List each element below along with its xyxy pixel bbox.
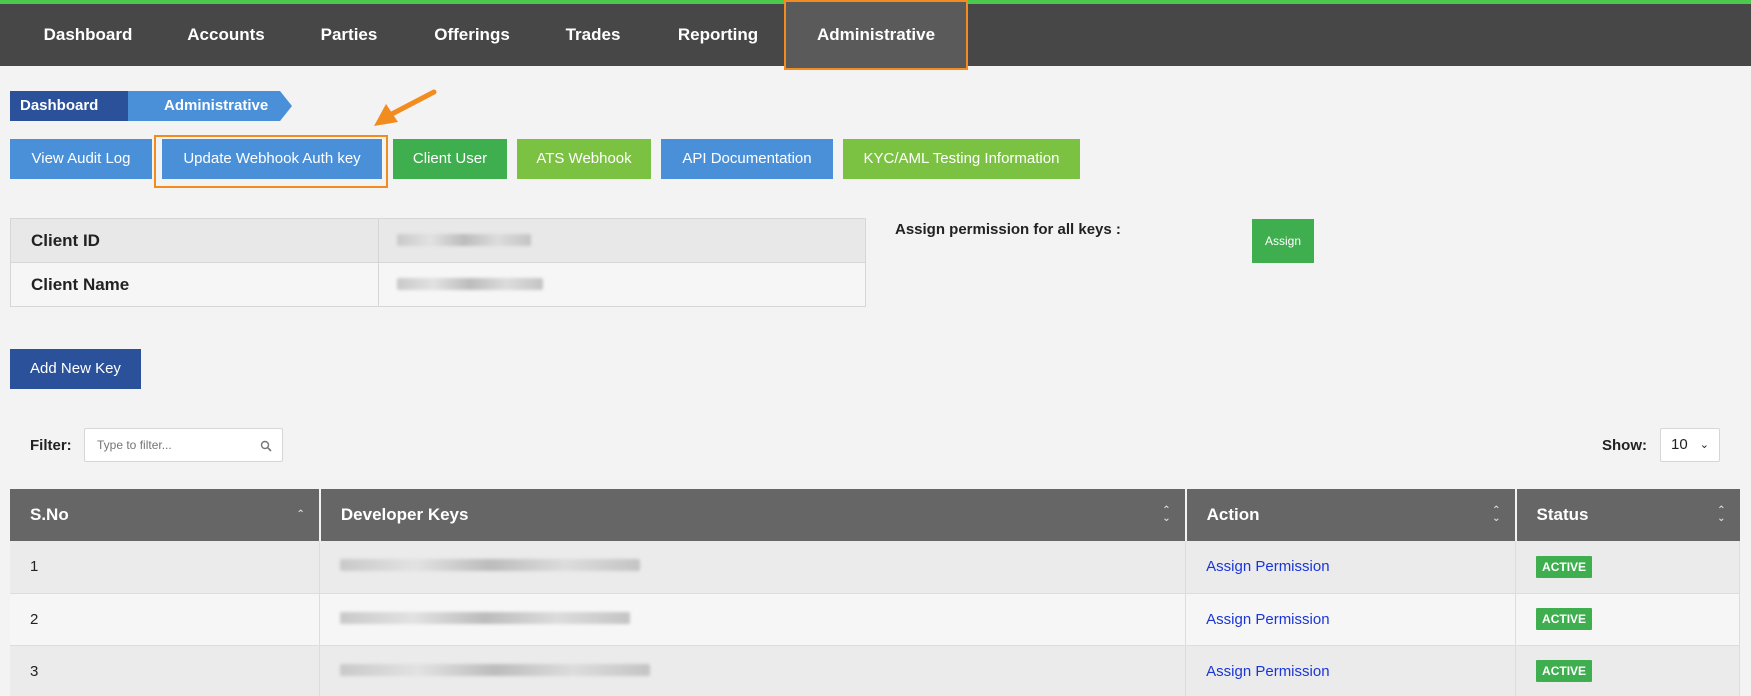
client-name-label: Client Name — [10, 262, 379, 307]
header-action[interactable]: Action ⌃ ⌄ — [1185, 489, 1517, 541]
api-documentation-button[interactable]: API Documentation — [661, 139, 833, 179]
row-sno: 3 — [10, 645, 321, 696]
client-name-row: Client Name — [10, 262, 866, 307]
ats-webhook-button[interactable]: ATS Webhook — [517, 139, 651, 179]
filter-input[interactable] — [85, 429, 245, 461]
add-new-key-button[interactable]: Add New Key — [10, 349, 141, 389]
assign-permission-link[interactable]: Assign Permission — [1206, 558, 1329, 575]
assign-permission-label: Assign permission for all keys : — [895, 221, 1121, 238]
status-badge: ACTIVE — [1536, 555, 1593, 578]
sort-asc-icon: ⌃ — [296, 509, 305, 520]
assign-permission-link[interactable]: Assign Permission — [1206, 663, 1329, 680]
nav-reporting[interactable]: Reporting — [660, 4, 776, 66]
client-info-table: Client ID Client Name — [10, 218, 866, 307]
table-header-row: S.No ⌃ Developer Keys ⌃ ⌄ Action ⌃ ⌄ Status ⌃ ⌄ — [10, 489, 1740, 541]
status-badge: ACTIVE — [1536, 660, 1593, 682]
row-sno: 1 — [10, 541, 321, 594]
breadcrumb-administrative[interactable]: Administrative — [128, 91, 292, 121]
row-action: Assign Permission — [1185, 541, 1517, 594]
nav-accounts[interactable]: Accounts — [168, 4, 284, 66]
view-audit-log-button[interactable]: View Audit Log — [10, 139, 152, 179]
row-status: ACTIVE — [1515, 593, 1740, 646]
client-id-value — [378, 218, 866, 263]
page-size-select[interactable]: 10 ⌄ — [1660, 428, 1720, 462]
header-status[interactable]: Status ⌃ ⌄ — [1515, 489, 1740, 541]
assign-button[interactable]: Assign — [1252, 219, 1314, 263]
nav-administrative[interactable]: Administrative — [784, 0, 968, 70]
breadcrumb-dashboard[interactable]: Dashboard — [10, 91, 140, 121]
header-sno[interactable]: S.No ⌃ — [10, 489, 321, 541]
row-status: ACTIVE — [1515, 541, 1740, 594]
developer-keys-table: S.No ⌃ Developer Keys ⌃ ⌄ Action ⌃ ⌄ Status ⌃ ⌄… — [10, 489, 1740, 696]
client-id-label: Client ID — [10, 218, 379, 263]
sort-icon: ⌃ ⌄ — [1162, 505, 1171, 524]
table-row: 3 Assign Permission ACTIVE — [10, 645, 1740, 696]
show-label: Show: — [1602, 437, 1647, 454]
nav-trades[interactable]: Trades — [548, 4, 638, 66]
row-status: ACTIVE — [1515, 645, 1740, 696]
filter-field — [84, 428, 283, 462]
table-row: 2 Assign Permission ACTIVE — [10, 593, 1740, 646]
client-user-button[interactable]: Client User — [393, 139, 507, 179]
row-action: Assign Permission — [1185, 593, 1517, 646]
kyc-aml-testing-info-button[interactable]: KYC/AML Testing Information — [843, 139, 1080, 179]
table-row: 1 Assign Permission ACTIVE — [10, 541, 1740, 594]
nav-parties[interactable]: Parties — [300, 4, 398, 66]
status-badge: ACTIVE — [1536, 608, 1593, 630]
client-name-value — [378, 262, 866, 307]
search-icon — [260, 440, 272, 452]
assign-permission-link[interactable]: Assign Permission — [1206, 611, 1329, 628]
client-id-row: Client ID — [10, 218, 866, 263]
nav-dashboard[interactable]: Dashboard — [20, 4, 156, 66]
developer-key-value — [319, 541, 1187, 594]
filter-label: Filter: — [30, 437, 72, 454]
chevron-down-icon: ⌄ — [1699, 439, 1709, 451]
row-action: Assign Permission — [1185, 645, 1517, 696]
top-navigation: Dashboard Accounts Parties Offerings Tra… — [0, 0, 1751, 70]
sort-icon: ⌃ ⌄ — [1492, 505, 1501, 524]
header-developer-keys[interactable]: Developer Keys ⌃ ⌄ — [319, 489, 1187, 541]
annotation-arrow-icon — [374, 89, 437, 126]
nav-offerings[interactable]: Offerings — [416, 4, 528, 66]
developer-key-value — [319, 593, 1187, 646]
developer-key-value — [319, 645, 1187, 696]
update-webhook-auth-key-button[interactable]: Update Webhook Auth key — [162, 139, 382, 179]
row-sno: 2 — [10, 593, 321, 646]
sort-icon: ⌃ ⌄ — [1717, 505, 1726, 524]
page-size-value: 10 — [1671, 436, 1688, 453]
